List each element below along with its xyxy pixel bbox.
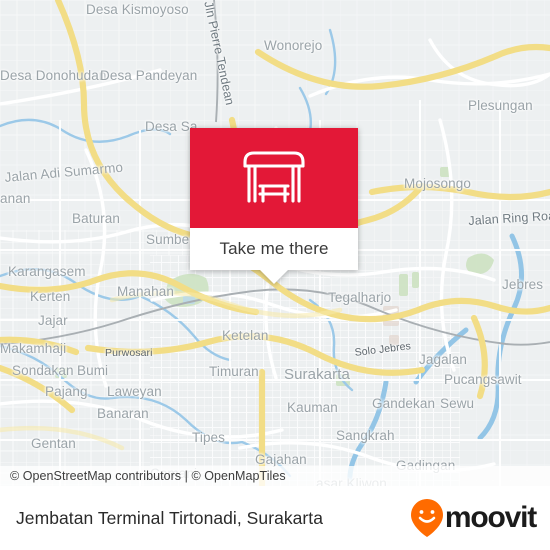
attribution-text: © OpenStreetMap contributors | © OpenMap… — [10, 469, 286, 483]
map-attribution: © OpenStreetMap contributors | © OpenMap… — [0, 466, 550, 486]
moovit-wordmark: moovit — [444, 501, 537, 534]
bus-shelter-icon — [243, 151, 305, 203]
popup-header — [190, 128, 358, 228]
station-popup[interactable]: Take me there — [190, 128, 358, 284]
place-title: Jembatan Terminal Tirtonadi, Surakarta — [16, 507, 324, 528]
take-me-there-label: Take me there — [219, 239, 329, 258]
map-screenshot: Desa Kismoyoso Wonorejo Desa Donohudan Desa… — [0, 0, 550, 550]
map-canvas[interactable]: Desa Kismoyoso Wonorejo Desa Donohudan Desa… — [0, 0, 550, 486]
bottom-bar: Jembatan Terminal Tirtonadi, Surakarta m… — [0, 486, 550, 550]
moovit-pin-icon — [410, 499, 443, 537]
popup-pointer — [260, 270, 288, 284]
take-me-there-button[interactable]: Take me there — [190, 228, 358, 270]
moovit-logo[interactable]: moovit — [410, 498, 550, 538]
